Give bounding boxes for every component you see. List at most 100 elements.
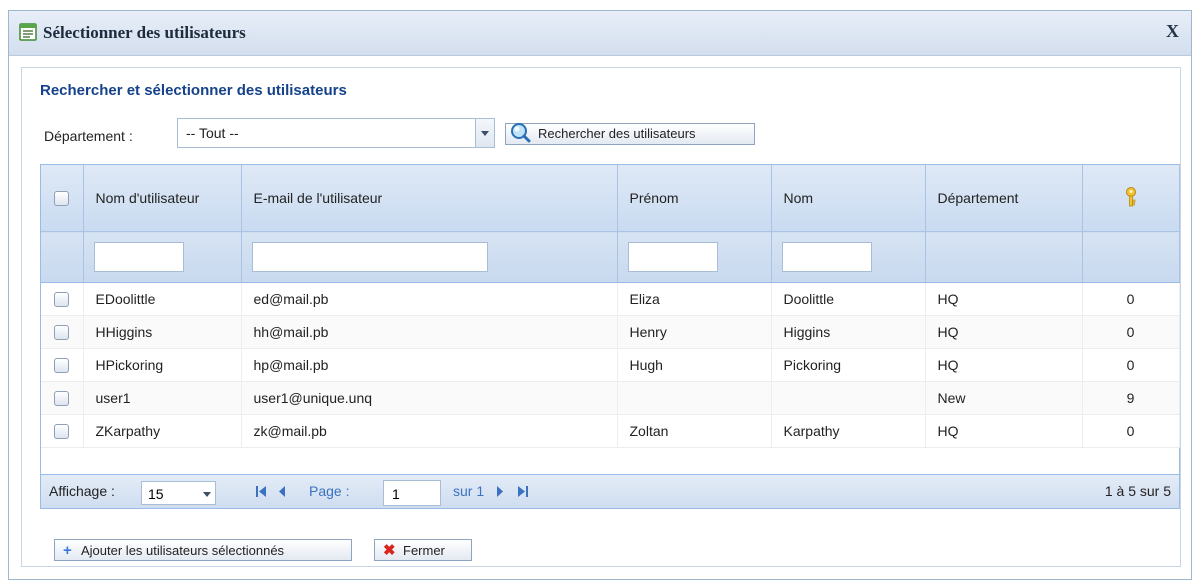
filter-last-name-input[interactable] <box>781 242 872 272</box>
add-selected-users-label: Ajouter les utilisateurs sélectionnés <box>81 543 285 558</box>
grid-pager: Affichage : 15 Page : 1 sur 1 1 à 5 sur … <box>41 474 1179 508</box>
column-header-last-name[interactable]: Nom <box>771 165 926 232</box>
key-icon <box>1125 186 1136 206</box>
search-users-button[interactable]: Rechercher des utilisateurs <box>505 123 755 145</box>
page-label: Page : <box>309 483 350 499</box>
cell-last-name: Karpathy <box>771 414 926 448</box>
dialog-body: Rechercher et sélectionner des utilisate… <box>21 67 1181 567</box>
search-icon <box>511 123 531 143</box>
first-page-icon[interactable] <box>255 485 269 498</box>
filter-cell-last-name <box>771 231 926 283</box>
chevron-down-icon[interactable] <box>475 119 494 147</box>
cell-first-name <box>617 381 772 415</box>
page-size-value: 15 <box>148 486 164 502</box>
cell-keys: 0 <box>1082 282 1180 316</box>
section-title: Rechercher et sélectionner des utilisate… <box>40 82 347 99</box>
dialog-titlebar[interactable]: Sélectionner des utilisateurs X <box>9 11 1191 56</box>
cell-keys: 0 <box>1082 414 1180 448</box>
page-number-input[interactable]: 1 <box>383 480 441 506</box>
department-select-value: -- Tout -- <box>186 125 239 141</box>
row-select-cell <box>41 282 84 316</box>
cell-last-name: Higgins <box>771 315 926 349</box>
filter-first-name-input[interactable] <box>627 242 718 272</box>
column-header-keys[interactable] <box>1082 165 1180 232</box>
department-select[interactable]: -- Tout -- <box>177 118 495 148</box>
cell-username: HPickoring <box>83 348 242 382</box>
filter-email-input[interactable] <box>251 242 488 272</box>
filter-cell-empty <box>41 231 84 283</box>
cell-department: HQ <box>925 282 1083 316</box>
cell-first-name: Hugh <box>617 348 772 382</box>
row-checkbox[interactable] <box>54 424 70 440</box>
row-select-cell <box>41 348 84 382</box>
table-row[interactable]: user1 user1@unique.unq New 9 <box>41 381 1180 415</box>
close-icon[interactable]: X <box>1166 21 1179 42</box>
cell-email: hh@mail.pb <box>241 315 618 349</box>
close-button[interactable]: ✖ Fermer <box>374 539 472 561</box>
cell-keys: 0 <box>1082 348 1180 382</box>
table-row[interactable]: HPickoring hp@mail.pb Hugh Pickoring HQ … <box>41 348 1180 382</box>
close-button-label: Fermer <box>403 543 445 558</box>
cell-first-name: Henry <box>617 315 772 349</box>
page-of-label: sur 1 <box>453 483 485 499</box>
window-icon <box>19 23 37 41</box>
filter-cell-department <box>925 231 1083 283</box>
close-x-icon: ✖ <box>383 542 396 559</box>
filter-cell-username <box>83 231 242 283</box>
table-row[interactable]: EDoolittle ed@mail.pb Eliza Doolittle HQ… <box>41 282 1180 316</box>
cell-department: HQ <box>925 414 1083 448</box>
last-page-icon[interactable] <box>515 485 529 498</box>
filter-cell-first-name <box>617 231 772 283</box>
select-all-checkbox[interactable] <box>54 191 70 207</box>
cell-username: EDoolittle <box>83 282 242 316</box>
chevron-down-icon <box>203 492 211 497</box>
cell-department: HQ <box>925 315 1083 349</box>
column-header-first-name[interactable]: Prénom <box>617 165 772 232</box>
page-size-label: Affichage : <box>49 483 115 499</box>
search-users-label: Rechercher des utilisateurs <box>538 126 696 141</box>
filter-cell-email <box>241 231 618 283</box>
row-checkbox[interactable] <box>54 292 70 308</box>
cell-first-name: Zoltan <box>617 414 772 448</box>
cell-email: ed@mail.pb <box>241 282 618 316</box>
previous-page-icon[interactable] <box>277 485 287 498</box>
table-row[interactable]: HHiggins hh@mail.pb Henry Higgins HQ 0 <box>41 315 1180 349</box>
cell-first-name: Eliza <box>617 282 772 316</box>
cell-department: New <box>925 381 1083 415</box>
row-checkbox[interactable] <box>54 325 70 341</box>
dialog-title: Sélectionner des utilisateurs <box>43 23 246 42</box>
select-users-dialog: Sélectionner des utilisateurs X Recherch… <box>8 10 1192 580</box>
table-row[interactable]: ZKarpathy zk@mail.pb Zoltan Karpathy HQ … <box>41 414 1180 448</box>
users-grid: Nom d'utilisateur E-mail de l'utilisateu… <box>40 164 1180 509</box>
cell-last-name: Pickoring <box>771 348 926 382</box>
cell-email: user1@unique.unq <box>241 381 618 415</box>
cell-keys: 9 <box>1082 381 1180 415</box>
column-header-department[interactable]: Département <box>925 165 1083 232</box>
cell-department: HQ <box>925 348 1083 382</box>
row-select-cell <box>41 414 84 448</box>
next-page-icon[interactable] <box>495 485 505 498</box>
add-selected-users-button[interactable]: + Ajouter les utilisateurs sélectionnés <box>54 539 352 561</box>
column-header-email[interactable]: E-mail de l'utilisateur <box>241 165 618 232</box>
column-header-username[interactable]: Nom d'utilisateur <box>83 165 242 232</box>
row-checkbox[interactable] <box>54 358 70 374</box>
row-select-cell <box>41 381 84 415</box>
cell-username: HHiggins <box>83 315 242 349</box>
plus-icon: + <box>63 542 72 559</box>
row-select-cell <box>41 315 84 349</box>
cell-last-name <box>771 381 926 415</box>
page-number-value: 1 <box>392 486 400 502</box>
row-checkbox[interactable] <box>54 391 70 407</box>
cell-email: zk@mail.pb <box>241 414 618 448</box>
department-label: Département : <box>44 128 133 144</box>
cell-last-name: Doolittle <box>771 282 926 316</box>
cell-email: hp@mail.pb <box>241 348 618 382</box>
cell-username: ZKarpathy <box>83 414 242 448</box>
cell-username: user1 <box>83 381 242 415</box>
paging-summary: 1 à 5 sur 5 <box>1104 483 1171 499</box>
page-size-select[interactable]: 15 <box>141 481 216 505</box>
select-all-cell <box>41 165 84 232</box>
filter-cell-keys <box>1082 231 1180 283</box>
cell-keys: 0 <box>1082 315 1180 349</box>
filter-username-input[interactable] <box>93 242 184 272</box>
